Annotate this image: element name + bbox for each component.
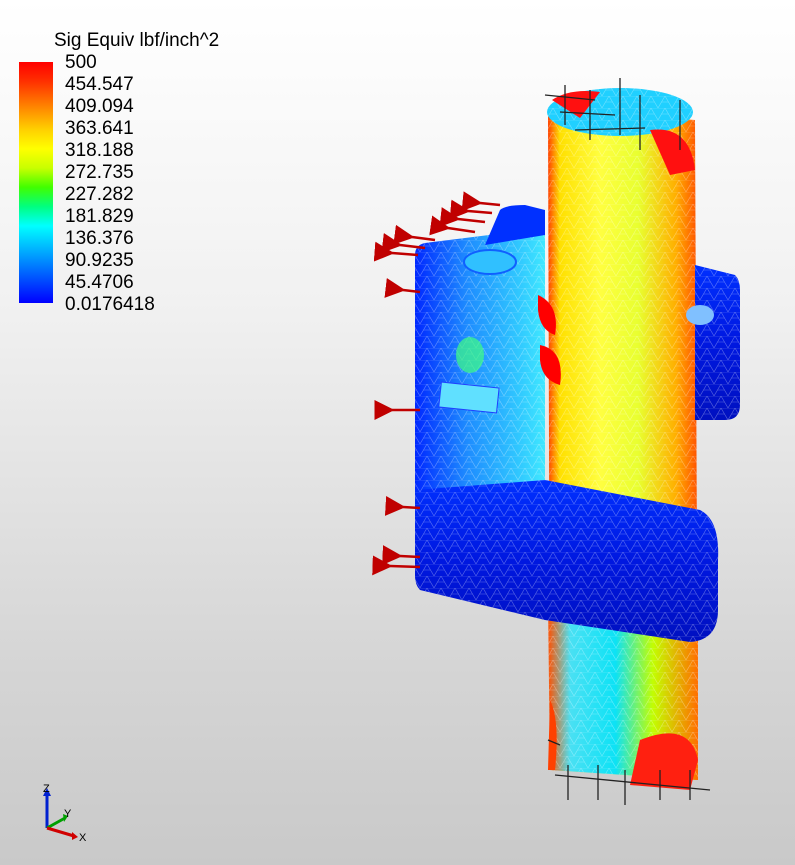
z-axis-label: Z — [43, 783, 50, 795]
shaft-body — [538, 88, 698, 790]
x-axis-label: X — [79, 832, 87, 844]
y-axis-label: Y — [64, 808, 72, 820]
axis-triad: Z Y X — [30, 780, 100, 850]
fea-model-viewport[interactable] — [0, 0, 795, 865]
